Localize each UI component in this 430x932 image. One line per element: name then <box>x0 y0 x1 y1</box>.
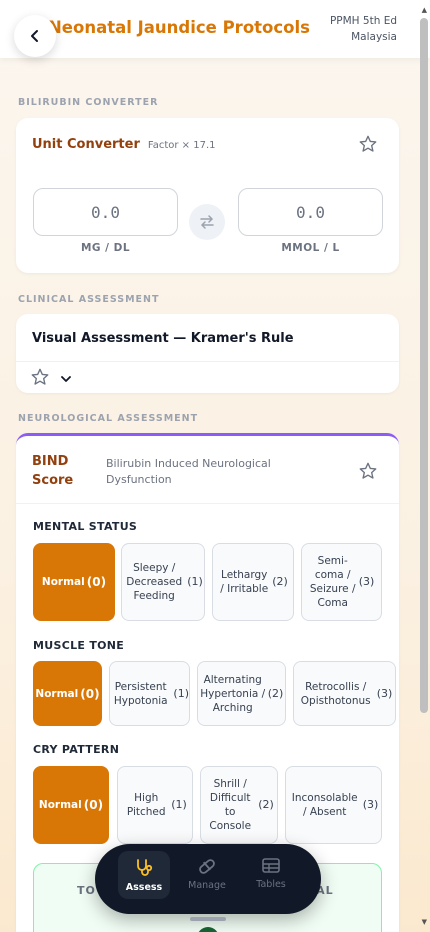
bind-subtitle-line: Dysfunction <box>106 473 172 486</box>
bind-subtitle-line: Bilirubin Induced Neurological <box>106 457 271 470</box>
option-label: Semi-coma / Seizure / Coma <box>309 555 356 609</box>
scroll-down-arrow[interactable]: ▼ <box>422 918 427 926</box>
mgdl-input[interactable]: 0.0 <box>33 188 178 236</box>
mental-option-normal[interactable]: Normal (0) <box>33 543 115 621</box>
option-label: Alternating Hypertonia / Arching <box>200 673 266 714</box>
option-label: Normal <box>41 576 85 588</box>
star-icon[interactable] <box>358 461 378 481</box>
section-label-bilirubin: BILIRUBIN CONVERTER <box>18 97 159 108</box>
option-label: Normal <box>35 687 79 700</box>
table-icon <box>262 857 280 873</box>
mental-status-heading: MENTAL STATUS <box>33 520 138 533</box>
edition-line: PPMH 5th Ed <box>329 15 397 27</box>
nav-label: Manage <box>188 879 226 891</box>
option-label: Inconsolable / Absent <box>291 792 358 818</box>
cry-option-normal[interactable]: Normal (0) <box>33 766 109 844</box>
option-points: (3) <box>376 686 393 700</box>
scroll-up-arrow[interactable]: ▲ <box>422 6 427 14</box>
converter-factor: Factor × 17.1 <box>147 140 216 151</box>
cry-pattern-heading: CRY PATTERN <box>33 743 120 756</box>
option-points: (2) <box>258 798 274 811</box>
swap-icon <box>200 215 214 229</box>
unit-converter-card: Unit Converter Factor × 17.1 0.0 0.0 MG … <box>16 118 399 273</box>
option-points: (0) <box>86 575 107 589</box>
nav-label: Assess <box>125 881 163 893</box>
option-points: (3) <box>358 575 375 588</box>
muscle-option-normal[interactable]: Normal (0) <box>33 661 102 726</box>
muscle-option-hypotonia[interactable]: Persistent Hypotonia (1) <box>109 661 190 726</box>
option-label: High Pitched <box>126 792 166 818</box>
option-label: Persistent Hypotonia <box>113 680 168 707</box>
section-label-clinical: CLINICAL ASSESSMENT <box>18 294 160 305</box>
edition-info: PPMH 5th Ed Malaysia <box>330 13 397 45</box>
nav-manage[interactable]: Manage <box>184 851 230 895</box>
mental-option-lethargy[interactable]: Lethargy / Irritable (2) <box>212 543 294 621</box>
star-icon[interactable] <box>30 367 50 387</box>
mmol-input[interactable]: 0.0 <box>238 188 383 236</box>
option-label: Lethargy / Irritable <box>220 569 269 595</box>
option-points: (2) <box>267 686 284 700</box>
converter-header: Unit Converter Factor × 17.1 <box>32 137 216 152</box>
divider <box>16 361 399 362</box>
converter-title: Unit Converter <box>32 137 140 152</box>
chevron-down-icon[interactable] <box>60 374 72 384</box>
cry-option-high-pitched[interactable]: High Pitched (1) <box>117 766 193 844</box>
mental-option-semicoma[interactable]: Semi-coma / Seizure / Coma (3) <box>301 543 382 621</box>
page-title: Neonatal Jaundice Protocols <box>48 18 310 37</box>
bind-title-line: Score <box>32 473 74 488</box>
edition-country: Malaysia <box>351 31 397 43</box>
nav-assess[interactable]: Assess <box>118 851 170 899</box>
option-points: (1) <box>173 686 189 700</box>
nav-label: Tables <box>256 878 286 890</box>
pill-icon <box>199 858 215 874</box>
bind-subtitle: Bilirubin Induced Neurological Dysfuncti… <box>106 456 271 488</box>
scrollbar[interactable] <box>420 18 428 713</box>
mental-option-sleepy[interactable]: Sleepy / Decreased Feeding (1) <box>121 543 205 621</box>
muscle-option-retrocollis[interactable]: Retrocollis / Opisthotonus (3) <box>293 661 396 726</box>
section-label-neuro: NEUROLOGICAL ASSESSMENT <box>18 413 199 424</box>
stethoscope-icon <box>137 858 153 876</box>
star-icon[interactable] <box>358 134 378 154</box>
option-points: (2) <box>272 575 288 588</box>
bind-title-line: BIND <box>32 454 69 469</box>
divider <box>16 503 399 504</box>
kramer-title: Visual Assessment — Kramer's Rule <box>32 331 294 346</box>
status-indicator <box>197 927 219 932</box>
home-indicator <box>190 917 226 921</box>
back-button[interactable] <box>14 15 56 57</box>
kramer-card[interactable]: Visual Assessment — Kramer's Rule <box>16 314 399 393</box>
chevron-left-icon <box>31 30 38 42</box>
option-points: (1) <box>171 798 187 811</box>
option-points: (3) <box>362 798 379 811</box>
muscle-tone-heading: MUSCLE TONE <box>33 639 125 652</box>
option-points: (1) <box>187 575 203 588</box>
cry-option-shrill[interactable]: Shrill / Difficult to Console (2) <box>200 766 278 844</box>
bottom-nav: Assess Manage Tables <box>95 844 321 914</box>
swap-button[interactable] <box>189 204 225 240</box>
option-label: Retrocollis / Opisthotonus <box>300 680 371 707</box>
cry-option-inconsolable[interactable]: Inconsolable / Absent (3) <box>285 766 382 844</box>
mmol-unit-label: MMOL / L <box>281 242 340 254</box>
option-label: Sleepy / Decreased Feeding <box>126 562 183 602</box>
mgdl-unit-label: MG / DL <box>80 242 131 254</box>
bind-title: BIND Score <box>32 452 73 490</box>
option-label: Shrill / Difficult to Console <box>209 778 252 832</box>
option-points: (0) <box>80 686 100 701</box>
muscle-option-hypertonia[interactable]: Alternating Hypertonia / Arching (2) <box>197 661 286 726</box>
nav-tables[interactable]: Tables <box>248 851 294 895</box>
option-points: (0) <box>83 798 104 812</box>
app-header: Neonatal Jaundice Protocols PPMH 5th Ed … <box>0 0 430 58</box>
option-label: Normal <box>38 799 82 811</box>
